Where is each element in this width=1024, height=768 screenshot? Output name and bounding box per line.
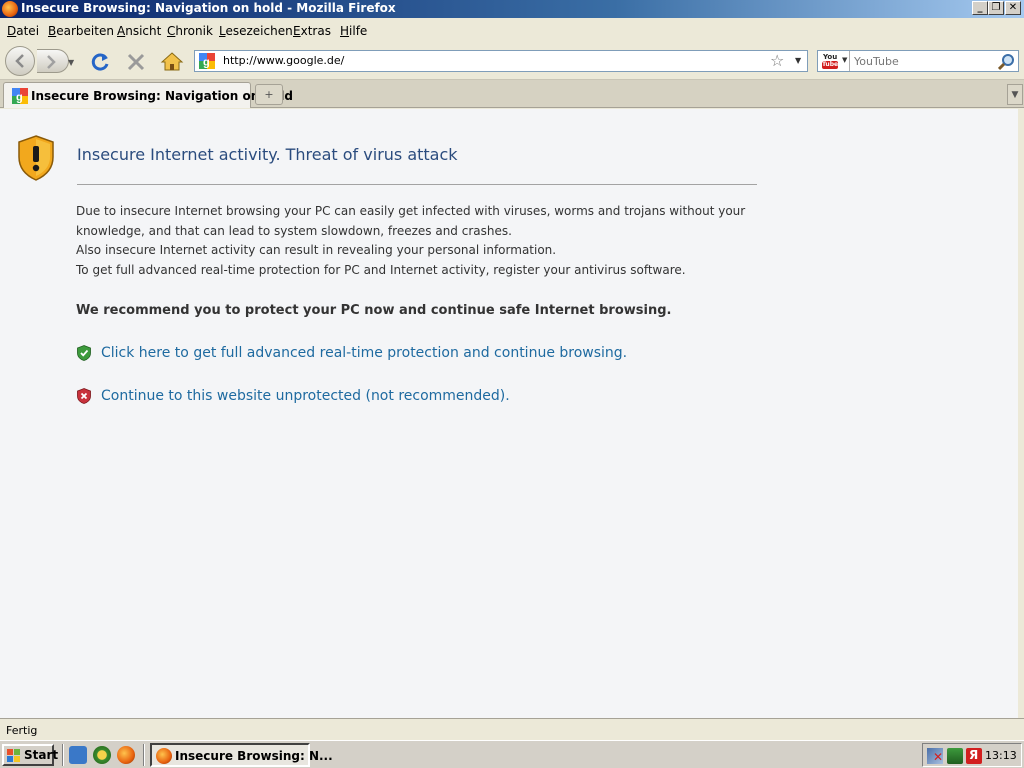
description-line: knowledge, and that can lead to system s… xyxy=(76,223,512,238)
status-bar: Fertig xyxy=(0,718,1024,740)
bookmark-star-icon[interactable]: ☆ xyxy=(770,51,784,70)
continue-unprotected-link[interactable]: Continue to this website unprotected (no… xyxy=(101,388,510,404)
google-favicon-icon: g xyxy=(12,88,28,104)
url-text[interactable]: http://www.google.de/ xyxy=(223,54,344,67)
clock: 13:13 xyxy=(985,749,1017,762)
description-line: Also insecure Internet activity can resu… xyxy=(76,243,557,257)
search-engine-dropmarker-icon[interactable]: ▼ xyxy=(842,56,847,64)
firefox-quicklaunch-icon[interactable] xyxy=(117,746,135,764)
google-favicon-icon[interactable]: g xyxy=(199,53,215,69)
reload-icon[interactable] xyxy=(89,51,111,73)
search-placeholder[interactable]: YouTube xyxy=(854,55,899,68)
taskbar-separator xyxy=(143,744,145,766)
tab-insecure-browsing[interactable]: g Insecure Browsing: Navigation on hold xyxy=(3,82,293,108)
tab-list-button[interactable]: ▼ xyxy=(1007,84,1023,105)
protect-link[interactable]: Click here to get full advanced real-tim… xyxy=(101,345,627,361)
window-titlebar[interactable]: Insecure Browsing: Navigation on hold - … xyxy=(0,0,1024,18)
window-edge xyxy=(1018,109,1024,718)
menubar: Datei Bearbeiten Ansicht Chronik Lesezei… xyxy=(0,18,1024,42)
search-divider xyxy=(849,51,850,71)
youtube-icon[interactable]: You Tube xyxy=(821,53,841,69)
menu-ansicht[interactable]: Ansicht xyxy=(117,24,161,38)
home-icon[interactable] xyxy=(160,50,184,72)
page-content xyxy=(0,109,1018,718)
svg-text:g: g xyxy=(203,57,210,69)
recommendation-text: We recommend you to protect your PC now … xyxy=(76,303,672,318)
description-line: To get full advanced real-time protectio… xyxy=(76,262,686,277)
url-bar[interactable]: g http://www.google.de/ ☆ ▼ xyxy=(194,50,808,72)
warning-description: Due to insecure Internet browsing your P… xyxy=(76,202,776,280)
minimize-button[interactable]: _ xyxy=(972,1,988,15)
menu-bearbeiten[interactable]: Bearbeiten xyxy=(48,24,114,38)
description-line: Due to insecure Internet browsing your P… xyxy=(76,204,746,218)
history-dropmarker-icon[interactable]: ▼ xyxy=(68,58,74,67)
status-text: Fertig xyxy=(6,724,38,737)
red-shield-icon xyxy=(77,388,91,404)
warning-shield-icon xyxy=(18,135,54,181)
windows-logo-icon xyxy=(7,749,20,762)
firefox-icon xyxy=(2,1,18,17)
tab-label: Insecure Browsing: Navigation on hold xyxy=(31,89,293,103)
search-bar[interactable]: You Tube ▼ YouTube xyxy=(817,50,1019,72)
network-tray-icon[interactable]: ✕ xyxy=(927,748,943,764)
system-tray: ✕ Я 13:13 xyxy=(922,743,1022,767)
taskbar-separator xyxy=(62,744,64,766)
taskbar-item-label: Insecure Browsing: N... xyxy=(175,749,333,763)
menu-extras[interactable]: Extras xyxy=(293,24,331,38)
menu-hilfe[interactable]: Hilfe xyxy=(340,24,367,38)
green-shield-icon xyxy=(77,345,91,361)
page-title: Insecure Internet activity. Threat of vi… xyxy=(77,145,458,164)
magnifier-icon[interactable] xyxy=(998,53,1016,71)
heading-divider xyxy=(77,184,757,185)
back-button[interactable] xyxy=(5,46,35,76)
url-dropmarker-icon[interactable]: ▼ xyxy=(795,56,801,65)
security-tray-icon[interactable] xyxy=(947,748,963,764)
stop-icon[interactable] xyxy=(125,51,147,73)
start-button[interactable]: Start xyxy=(2,744,58,766)
menu-lesezeichen[interactable]: Lesezeichen xyxy=(219,24,293,38)
menu-chronik[interactable]: Chronik xyxy=(167,24,213,38)
restore-button[interactable]: ❐ xyxy=(988,1,1004,15)
menu-datei[interactable]: Datei xyxy=(7,24,39,38)
ie-quicklaunch-icon[interactable] xyxy=(69,746,87,764)
back-arrow-icon xyxy=(15,54,24,68)
antivirus-tray-icon[interactable]: Я xyxy=(966,748,982,764)
firefox-icon xyxy=(156,748,172,764)
media-player-quicklaunch-icon[interactable] xyxy=(93,746,111,764)
svg-text:g: g xyxy=(16,92,23,104)
close-button[interactable]: ✕ xyxy=(1005,1,1021,15)
forward-arrow-icon xyxy=(47,55,56,69)
window-title: Insecure Browsing: Navigation on hold - … xyxy=(21,1,396,15)
forward-button[interactable] xyxy=(37,49,69,73)
taskbar-item-firefox[interactable]: Insecure Browsing: N... xyxy=(150,743,333,767)
new-tab-button[interactable]: + xyxy=(255,84,283,105)
start-label: Start xyxy=(24,748,59,762)
